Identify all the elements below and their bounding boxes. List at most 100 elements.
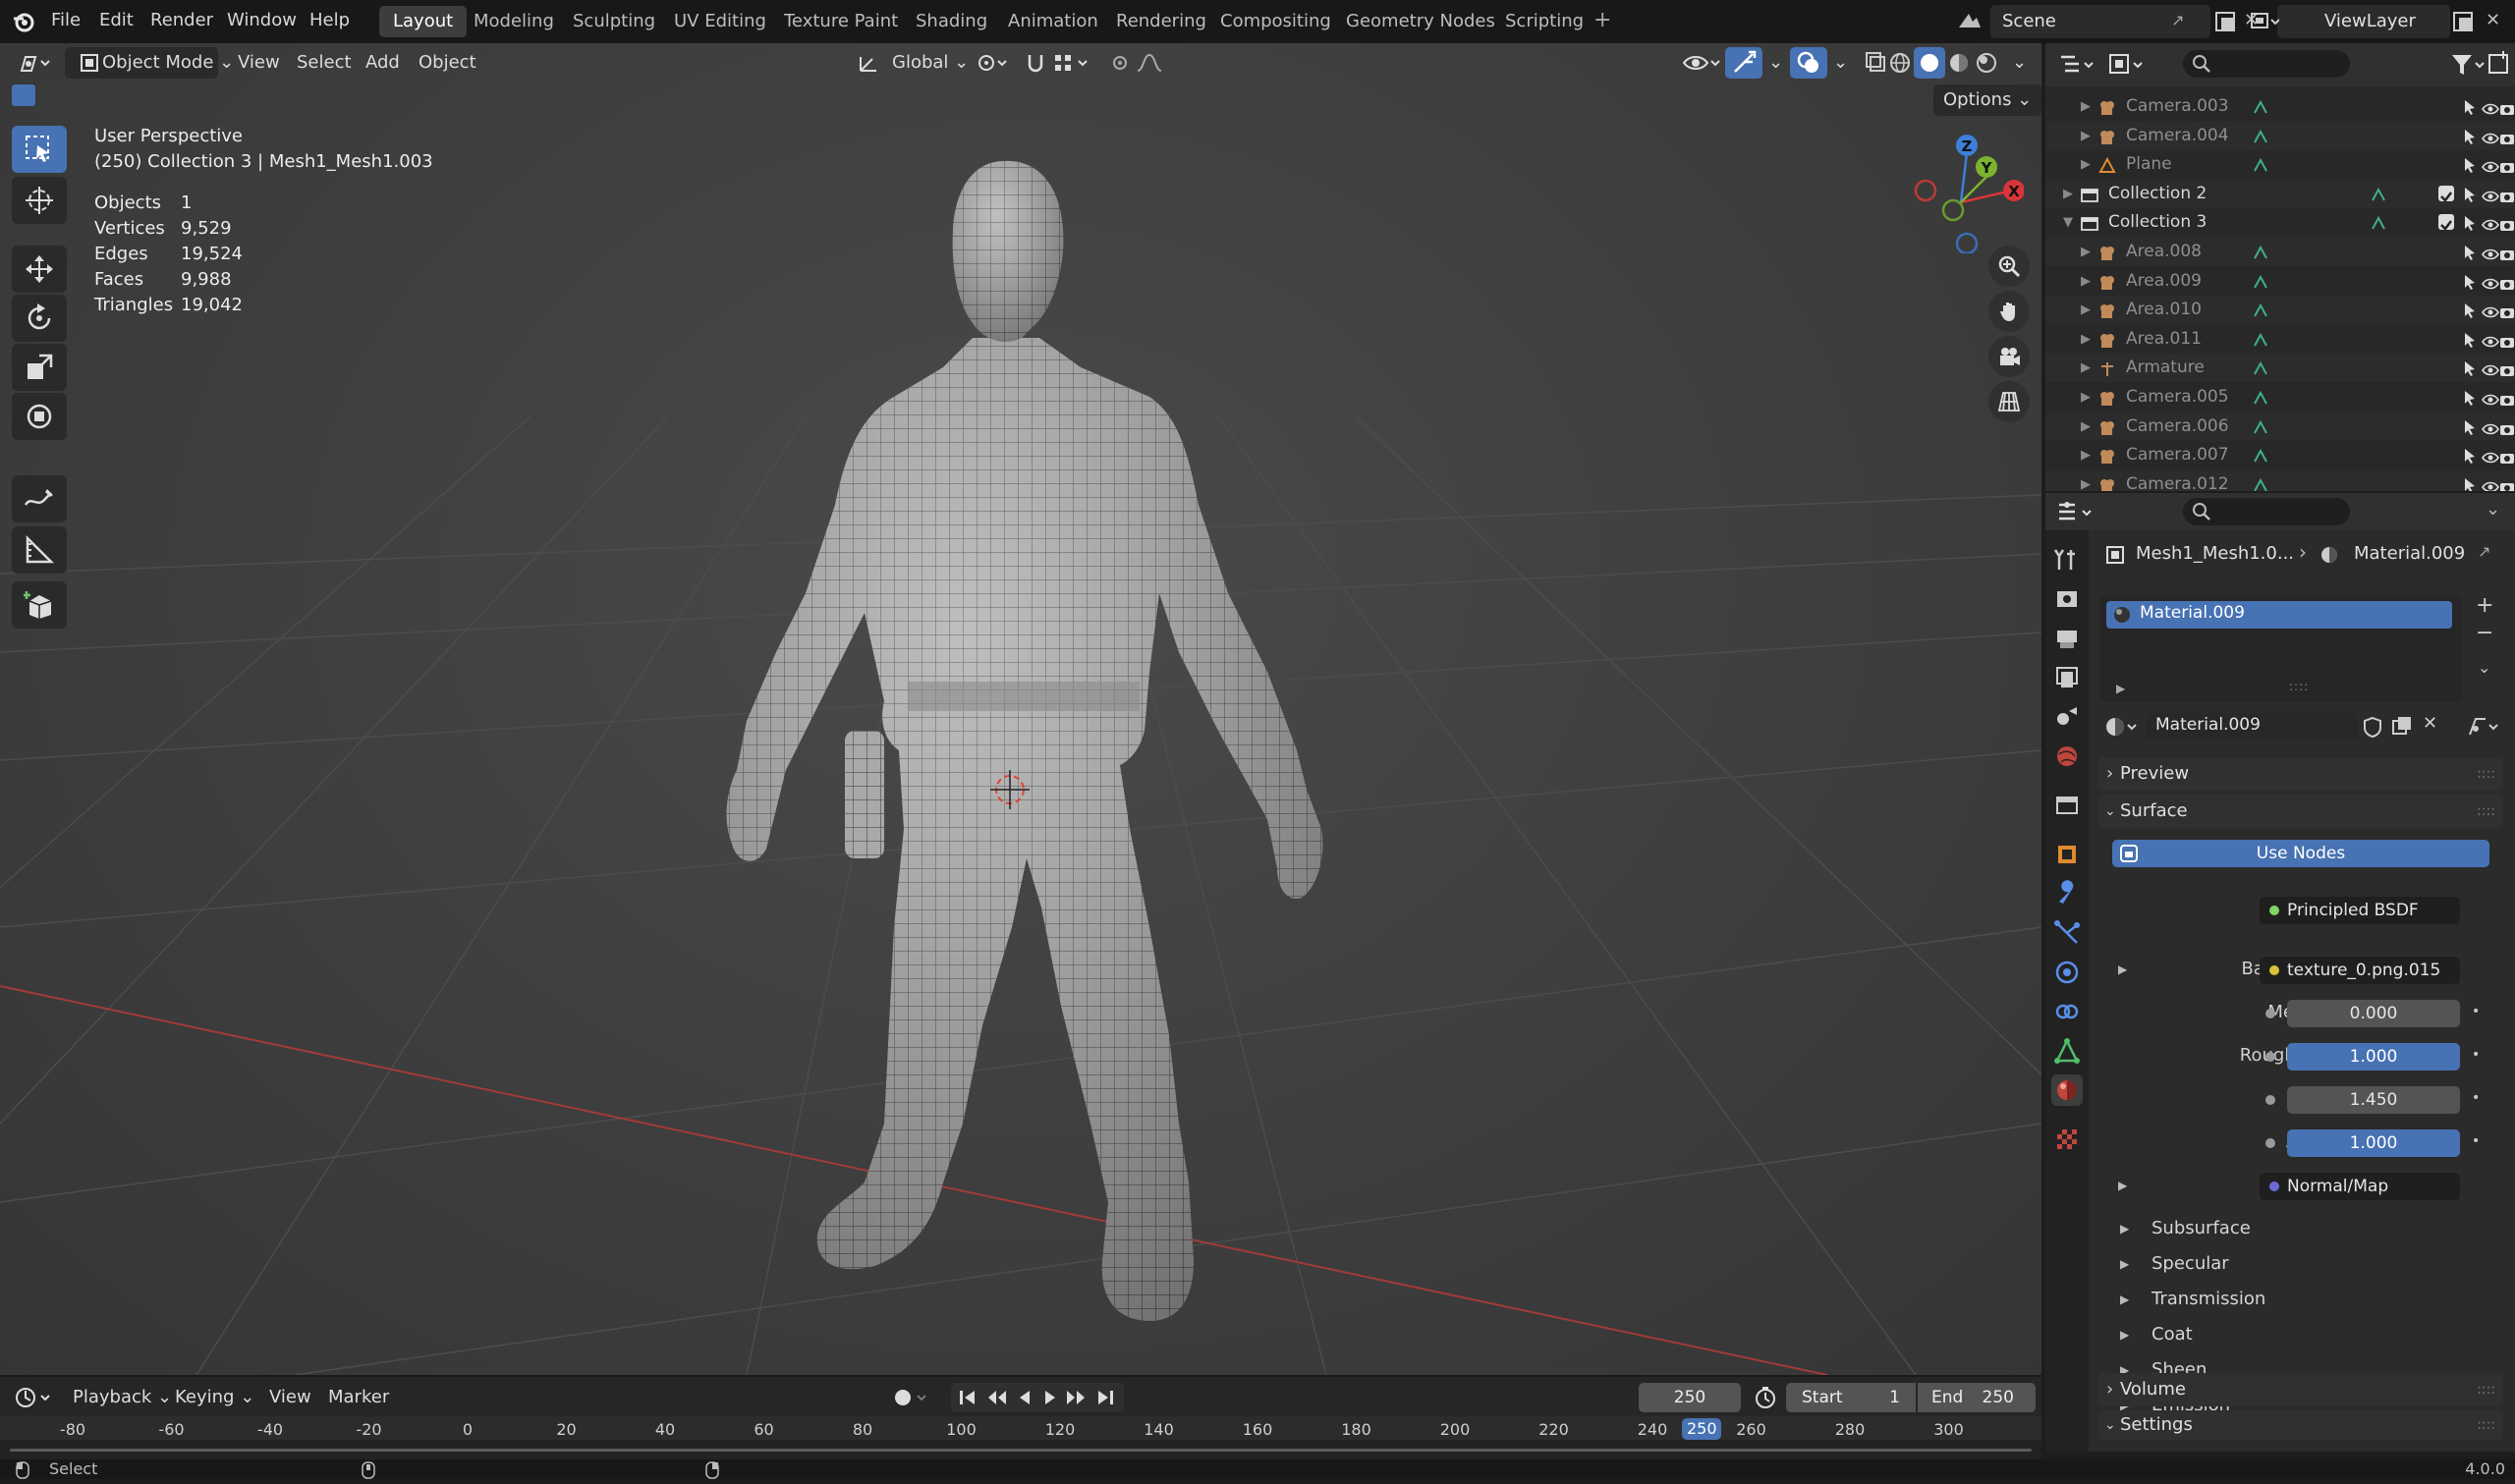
end-frame-field[interactable]: End 250 [1918,1383,2036,1412]
playhead[interactable]: 250 [1682,1418,1722,1440]
collapsed-arrow-icon[interactable]: ▶ [2081,383,2091,412]
collapsed-arrow-icon[interactable]: ▶ [2081,441,2091,469]
value-slider[interactable]: 1.000 [2287,1043,2460,1071]
viewlayer-type-icon[interactable] [2250,0,2280,43]
collapsed-arrow-icon[interactable]: ▶ [2081,325,2091,354]
outliner-row[interactable]: ▶ Camera.012 [2045,469,2515,491]
preview-panel-header[interactable]: › Preview :::: [2098,757,2503,791]
display-mode-icon[interactable] [2106,51,2146,83]
annotate-tool[interactable] [12,475,67,522]
gizmo-neg-x[interactable] [1914,179,1937,202]
menu-edit[interactable]: Edit [99,0,134,43]
collapsed-arrow-icon[interactable]: ▶ [2081,296,2091,324]
play-reverse-icon[interactable] [1014,1387,1035,1413]
scrollbar-thumb[interactable] [10,1449,2032,1452]
expand-socket-icon[interactable]: ▶ [2118,1179,2127,1192]
render-camera-icon[interactable] [2499,476,2515,491]
select-box-tool[interactable] [12,126,67,173]
slot-expand-icon[interactable]: ▶ [2116,682,2125,695]
volume-panel-header[interactable]: › Volume :::: [2098,1373,2503,1406]
socket-link-field[interactable]: texture_0.png.015 [2260,957,2460,984]
remove-slot-icon[interactable]: − [2476,621,2493,645]
subpanel-coat[interactable]: ▶ Coat [2112,1322,2486,1349]
tab-render[interactable] [2051,583,2083,615]
menu-help[interactable]: Help [309,0,350,43]
jump-end-icon[interactable] [1094,1387,1116,1413]
overlay-toggle[interactable] [1790,47,1827,79]
visibility-icon[interactable] [1672,47,1731,79]
tab-texture-paint[interactable]: Texture Paint [770,6,912,37]
drag-handle-icon[interactable]: :::: [2477,1410,2495,1440]
outliner-row[interactable]: ▶ Camera.004 [2045,121,2515,150]
outliner-row[interactable]: ▶ Camera.003 [2045,92,2515,121]
rotate-tool[interactable] [12,295,67,342]
collapsed-arrow-icon[interactable]: ▶ [2081,267,2091,296]
exclude-checkbox[interactable] [2438,214,2454,232]
new-scene-icon[interactable] [2214,0,2236,43]
shading-dropdown-icon[interactable]: ⌄ [2002,47,2037,79]
blender-logo-icon[interactable] [12,0,35,43]
start-frame-field[interactable]: Start 1 [1786,1383,1916,1412]
selectable-icon[interactable] [2462,475,2478,491]
tab-scripting[interactable]: Scripting [1491,6,1597,37]
subpanel-subsurface[interactable]: ▶ Subsurface [2112,1216,2486,1243]
slot-resize-handle[interactable]: :::: [2289,680,2309,693]
menu-marker[interactable]: Marker [328,1387,389,1407]
viewlayer-field[interactable]: ViewLayer [2277,5,2450,38]
outliner-editor-icon[interactable] [2057,51,2096,83]
outliner-row[interactable]: ▶ Collection 2 [2045,179,2515,208]
navigation-gizmo[interactable]: Z Y X [1906,126,2024,253]
tab-material[interactable] [2051,1074,2083,1106]
snap-icon[interactable] [1016,47,1104,79]
outliner-row[interactable]: ▶ Plane [2045,150,2515,179]
breadcrumb-material[interactable]: Material.009 [2354,543,2465,564]
value-slider[interactable]: 1.000 [2287,1129,2460,1157]
options-dropdown[interactable]: Options ⌄ [1933,84,2042,116]
socket-link-field[interactable]: Principled BSDF [2260,897,2460,924]
menu-object[interactable]: Object [409,47,486,79]
timeline-editor-icon[interactable] [14,1385,57,1415]
solid-shading-icon[interactable] [1914,47,1945,79]
surface-panel-header[interactable]: ⌄ Surface :::: [2098,795,2503,828]
gizmo-dropdown-icon[interactable]: ⌄ [1759,47,1793,79]
character-mesh[interactable] [726,160,1323,1321]
outliner-row[interactable]: ▼ Collection 3 [2045,208,2515,237]
outliner-search-input[interactable] [2183,50,2350,78]
pan-button[interactable] [1988,291,2030,332]
menu-render[interactable]: Render [150,0,213,43]
tab-geometry-nodes[interactable]: Geometry Nodes [1332,6,1509,37]
socket-link-field[interactable]: Normal/Map [2260,1173,2460,1200]
collapsed-arrow-icon[interactable]: ▶ [2081,354,2091,382]
timeline-scrollbar[interactable] [0,1440,2041,1459]
jump-start-icon[interactable] [957,1387,978,1413]
tab-animation[interactable]: Animation [994,6,1112,37]
add-slot-icon[interactable]: + [2476,593,2493,618]
breadcrumb-object[interactable]: Mesh1_Mesh1.0... [2136,543,2294,564]
collapsed-arrow-icon[interactable]: ▶ [2081,150,2091,179]
menu-keying[interactable]: Keying ⌄ [175,1387,254,1407]
visibility-eye-icon[interactable] [2482,476,2499,491]
tab-scene[interactable] [2051,701,2083,733]
material-slot[interactable]: Material.009 [2106,601,2452,629]
select-new-icon[interactable] [12,84,35,106]
exclude-checkbox[interactable] [2438,185,2454,202]
link-type-icon[interactable] [2466,715,2505,743]
tab-view-layer[interactable] [2051,662,2083,693]
select-invert-icon[interactable] [94,84,118,106]
tab-particles[interactable] [2051,917,2083,949]
socket-dot-icon[interactable] [2265,1138,2275,1148]
collapsed-arrow-icon[interactable]: ▶ [2081,92,2091,121]
subpanel-specular[interactable]: ▶ Specular [2112,1251,2486,1279]
socket-dot-icon[interactable] [2265,1009,2275,1018]
collapsed-arrow-icon[interactable]: ▶ [2081,122,2091,150]
tab-shading[interactable]: Shading [902,6,1001,37]
socket-dot-icon[interactable] [2265,1095,2275,1105]
duplicate-material-icon[interactable] [2391,715,2413,743]
subpanel-transmission[interactable]: ▶ Transmission [2112,1287,2486,1314]
menu-file[interactable]: File [51,0,81,43]
gizmo-neg-z[interactable] [1955,232,1979,253]
slot-specials-icon[interactable]: ⌄ [2478,658,2490,677]
new-collection-icon[interactable] [2487,51,2511,83]
value-slider[interactable]: 0.000 [2287,1000,2460,1027]
tab-modeling[interactable]: Modeling [460,6,568,37]
